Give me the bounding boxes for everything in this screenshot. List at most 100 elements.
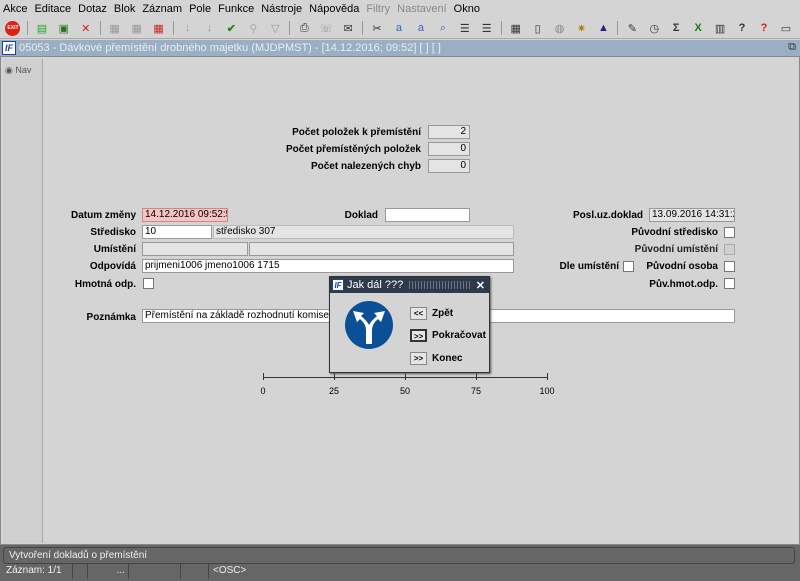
- doklad-field[interactable]: [385, 208, 470, 222]
- tick: [263, 373, 264, 380]
- drag-handle[interactable]: [409, 281, 470, 289]
- separator: [362, 21, 364, 35]
- save-record-icon[interactable]: ▣: [56, 20, 72, 36]
- help-icon[interactable]: ?: [734, 20, 750, 36]
- chart-icon[interactable]: ▥: [712, 20, 728, 36]
- status-cell: [73, 564, 88, 579]
- nav-button[interactable]: ◉ Nav: [5, 65, 31, 76]
- datum-field[interactable]: 14.12.2016 09:52:53: [142, 208, 228, 222]
- sum-icon[interactable]: Σ: [668, 20, 684, 36]
- warning-icon[interactable]: ▲: [595, 20, 611, 36]
- calculator-icon[interactable]: ▦: [508, 20, 524, 36]
- mail-icon[interactable]: ✉: [340, 20, 356, 36]
- items-to-move-field: 2: [428, 125, 470, 139]
- stredisko-label: Středisko: [90, 227, 136, 238]
- dialog-logo: IF: [332, 279, 344, 291]
- delete-record-icon[interactable]: ✕: [78, 20, 94, 36]
- wrench-icon[interactable]: ⚲: [245, 20, 261, 36]
- menu-funkce[interactable]: Funkce: [218, 3, 254, 15]
- end-button[interactable]: >>: [410, 352, 427, 365]
- query-icon[interactable]: ▦: [107, 20, 123, 36]
- dle-umisteni-label: Dle umístění: [559, 261, 619, 272]
- menu-pole[interactable]: Pole: [189, 3, 211, 15]
- status-ellipsis: ...: [88, 564, 129, 579]
- app-logo: IF: [2, 41, 16, 55]
- puv-osoba-checkbox[interactable]: [724, 261, 735, 272]
- copy-icon[interactable]: a: [391, 20, 407, 36]
- datum-label: Datum změny: [70, 210, 136, 221]
- posl-doklad-label: Posl.uz.doklad: [572, 210, 643, 221]
- settings-icon[interactable]: ✷: [574, 20, 590, 36]
- cut-icon[interactable]: ✂: [369, 20, 385, 36]
- zoom-icon[interactable]: ⌕: [435, 20, 451, 36]
- puv-stredisko-checkbox[interactable]: [724, 227, 735, 238]
- indent-icon[interactable]: ☰: [479, 20, 495, 36]
- paste-icon[interactable]: a: [413, 20, 429, 36]
- sort-desc-icon[interactable]: ↓: [202, 20, 218, 36]
- puv-hmot-checkbox[interactable]: [724, 278, 735, 289]
- help-context-icon[interactable]: ?: [756, 20, 772, 36]
- menu-napoveda[interactable]: Nápověda: [309, 3, 359, 15]
- back-label: Zpět: [432, 308, 454, 319]
- menu-nastaveni: Nastavení: [397, 3, 447, 15]
- add-record-icon[interactable]: ▤: [34, 20, 50, 36]
- separator: [617, 21, 619, 35]
- separator: [172, 21, 174, 35]
- status-mode: <OSC>: [213, 565, 247, 576]
- umisteni-code-field[interactable]: [142, 242, 248, 256]
- globe-icon[interactable]: ◍: [552, 20, 568, 36]
- exit-icon[interactable]: EXIT: [5, 20, 21, 36]
- window-icon[interactable]: ▭: [778, 20, 794, 36]
- status-bar: Vytvoření dokladů o přemístění Záznam: 1…: [0, 545, 800, 581]
- odpovida-field[interactable]: prijmeni1006 jmeno1006 1715: [142, 259, 514, 273]
- close-icon[interactable]: ✕: [476, 279, 485, 292]
- menu-okno[interactable]: Okno: [454, 3, 480, 15]
- stredisko-code-field[interactable]: 10: [142, 225, 212, 239]
- toolbar: EXIT ▤ ▣ ✕ ▦ ▦ ▦ ↓ ↓ ✔ ⚲ ▽ ⎙ ☏ ✉ ✂ a a ⌕…: [0, 18, 800, 39]
- check-icon[interactable]: ✔: [223, 20, 239, 36]
- errors-label: Počet nalezených chyb: [310, 161, 421, 172]
- dle-umisteni-checkbox[interactable]: [623, 261, 634, 272]
- tick: [476, 373, 477, 380]
- edit-icon[interactable]: ✎: [624, 20, 640, 36]
- menu-editace[interactable]: Editace: [34, 3, 71, 15]
- posl-doklad-field: 13.09.2016 14:31:25: [649, 208, 735, 222]
- sort-asc-icon[interactable]: ↓: [180, 20, 196, 36]
- separator: [26, 21, 28, 35]
- cancel-query-icon[interactable]: ▦: [151, 20, 167, 36]
- separator: [99, 21, 101, 35]
- tick: [334, 373, 335, 380]
- window-title: 05053 - Dávkové přemístění drobného maje…: [19, 42, 441, 54]
- dialog-title: Jak dál ???: [347, 279, 404, 291]
- menu-bar: Akce Editace Dotaz Blok Záznam Pole Funk…: [0, 0, 800, 18]
- window-title-bar: IF 05053 - Dávkové přemístění drobného m…: [0, 40, 800, 56]
- puv-osoba-label: Původní osoba: [646, 261, 718, 272]
- puv-umisteni-label: Původní umístění: [634, 244, 718, 255]
- clock-icon[interactable]: ◷: [646, 20, 662, 36]
- print-icon[interactable]: ⎙: [296, 20, 312, 36]
- umisteni-name-field: [249, 242, 514, 256]
- separator: [289, 21, 291, 35]
- continue-button[interactable]: >>: [410, 329, 427, 342]
- status-cell: [181, 564, 209, 579]
- menu-dotaz[interactable]: Dotaz: [78, 3, 107, 15]
- hmotna-checkbox[interactable]: [143, 278, 154, 289]
- errors-field: 0: [428, 159, 470, 173]
- tick-label: 0: [260, 386, 266, 396]
- list-icon[interactable]: ☰: [457, 20, 473, 36]
- menu-akce[interactable]: Akce: [3, 3, 27, 15]
- execute-query-icon[interactable]: ▦: [129, 20, 145, 36]
- items-to-move-label: Počet položek k přemístění: [292, 127, 421, 138]
- restore-icon[interactable]: ⧉: [788, 41, 796, 54]
- excel-icon[interactable]: X: [690, 20, 706, 36]
- menu-zaznam[interactable]: Záznam: [142, 3, 182, 15]
- poznamka-label: Poznámka: [86, 312, 136, 323]
- back-button[interactable]: <<: [410, 307, 427, 320]
- fax-icon[interactable]: ☏: [318, 20, 334, 36]
- tick-label: 50: [399, 386, 410, 396]
- document-icon[interactable]: ▯: [530, 20, 546, 36]
- menu-nastroje[interactable]: Nástroje: [261, 3, 302, 15]
- doklad-label: Doklad: [344, 210, 378, 221]
- menu-blok[interactable]: Blok: [114, 3, 135, 15]
- filter-icon[interactable]: ▽: [267, 20, 283, 36]
